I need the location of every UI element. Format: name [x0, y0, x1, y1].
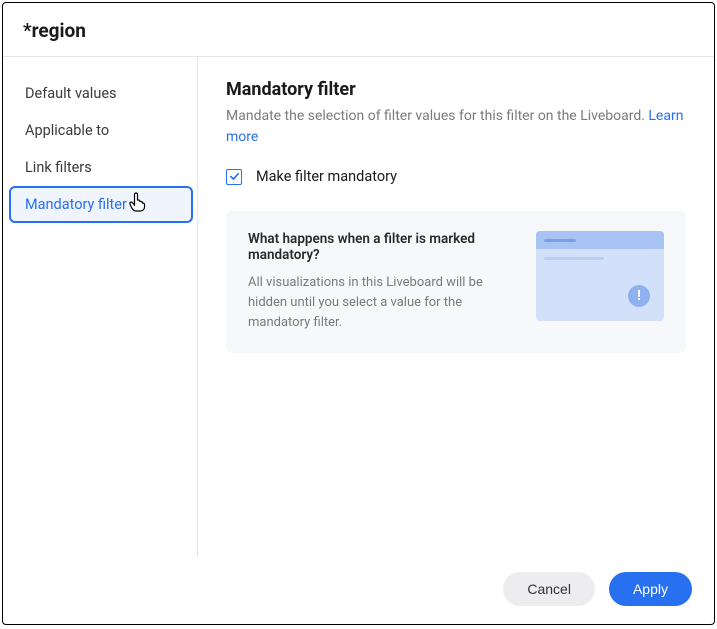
mandatory-checkbox[interactable]	[226, 169, 242, 185]
filter-settings-dialog: *region Default values Applicable to Lin…	[2, 2, 715, 625]
sidebar: Default values Applicable to Link filter…	[3, 57, 198, 556]
main-panel: Mandatory filter Mandate the selection o…	[198, 57, 714, 556]
mandatory-checkbox-row: Make filter mandatory	[226, 168, 686, 185]
illustration-window-icon: !	[536, 231, 664, 321]
sidebar-item-mandatory-filter[interactable]: Mandatory filter	[9, 186, 193, 223]
info-illustration: !	[536, 231, 664, 321]
info-panel: What happens when a filter is marked man…	[226, 211, 686, 353]
dialog-header: *region	[3, 3, 714, 57]
dialog-footer: Cancel Apply	[3, 556, 714, 624]
dialog-title: *region	[23, 19, 694, 42]
checkbox-label: Make filter mandatory	[256, 168, 397, 185]
info-question: What happens when a filter is marked man…	[248, 231, 512, 263]
sidebar-item-label: Link filters	[25, 159, 92, 176]
alert-icon: !	[628, 285, 650, 307]
info-text: What happens when a filter is marked man…	[248, 231, 512, 333]
sidebar-item-label: Mandatory filter	[25, 196, 127, 213]
sidebar-item-link-filters[interactable]: Link filters	[3, 149, 197, 186]
sidebar-item-label: Applicable to	[25, 122, 109, 139]
dialog-body: Default values Applicable to Link filter…	[3, 57, 714, 556]
section-description: Mandate the selection of filter values f…	[226, 106, 686, 148]
apply-button[interactable]: Apply	[609, 572, 692, 606]
info-answer: All visualizations in this Liveboard wil…	[248, 273, 512, 333]
cancel-button[interactable]: Cancel	[503, 572, 595, 606]
checkmark-icon	[229, 171, 240, 182]
section-title: Mandatory filter	[226, 79, 686, 100]
sidebar-item-default-values[interactable]: Default values	[3, 75, 197, 112]
sidebar-item-applicable-to[interactable]: Applicable to	[3, 112, 197, 149]
sidebar-item-label: Default values	[25, 85, 117, 102]
illustration-topbar	[536, 231, 664, 249]
